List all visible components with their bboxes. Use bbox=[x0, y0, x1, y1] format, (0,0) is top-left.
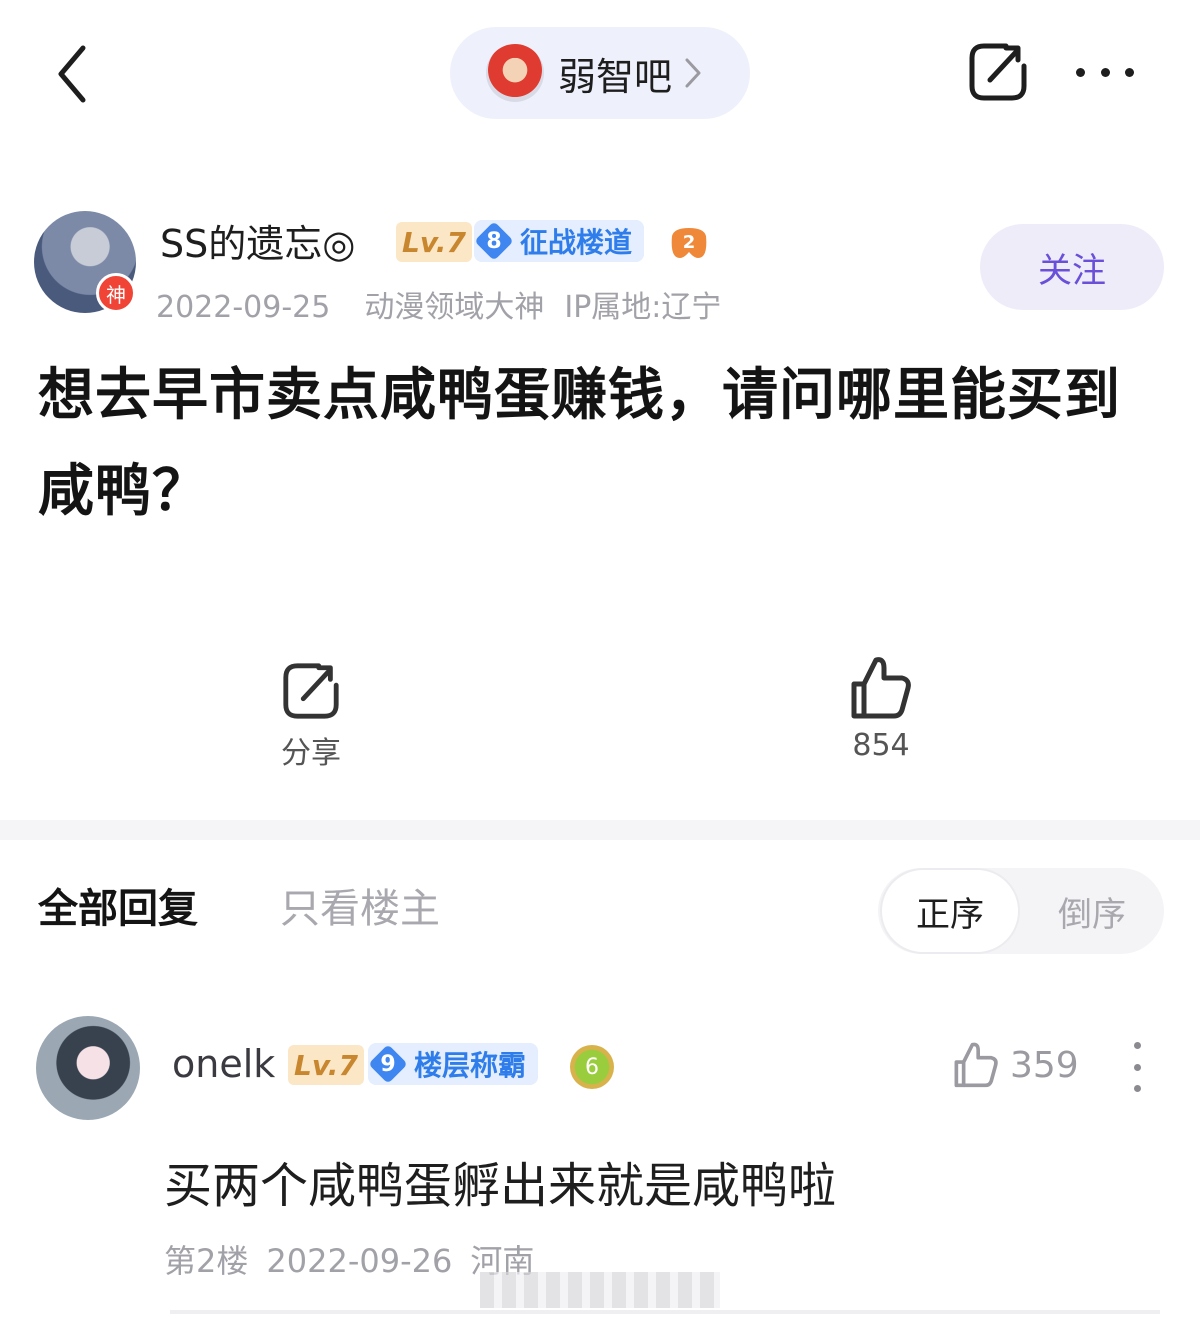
reply-content: 买两个咸鸭蛋孵出来就是咸鸭啦 bbox=[164, 1158, 837, 1214]
rank-title: 征战楼道 bbox=[520, 226, 633, 259]
reply-more-button[interactable] bbox=[1120, 1042, 1154, 1092]
follow-button[interactable]: 关注 bbox=[980, 224, 1164, 310]
sort-toggle: 正序 倒序 bbox=[878, 868, 1164, 954]
reply-author-name[interactable]: onelk bbox=[172, 1042, 275, 1086]
share-icon bbox=[283, 663, 339, 719]
post-meta: 2022-09-25 动漫领域大神 IP属地:辽宁 bbox=[156, 282, 755, 326]
medal-badge: 2 bbox=[666, 222, 712, 262]
post-title: 想去早市卖点咸鸭蛋赚钱，请问哪里能买到咸鸭？ bbox=[38, 363, 1121, 524]
reply-rank-badge: 9 楼层称霸 bbox=[368, 1043, 539, 1085]
sort-ascending-button[interactable]: 正序 bbox=[880, 868, 1020, 954]
reply-medal-icon: 6 bbox=[570, 1045, 614, 1089]
more-options-button[interactable] bbox=[1070, 44, 1140, 100]
thumbs-up-icon bbox=[851, 657, 911, 719]
post-date: 2022-09-25 bbox=[156, 290, 331, 325]
chevron-right-icon bbox=[685, 58, 701, 88]
like-count: 854 bbox=[852, 728, 910, 763]
rank-badge: 8 征战楼道 bbox=[474, 220, 645, 262]
ip-location: IP属地:辽宁 bbox=[564, 290, 722, 325]
reply-level-badge: Lv.7 bbox=[288, 1045, 364, 1085]
author-name[interactable]: SS的遗忘◎ bbox=[160, 213, 355, 268]
chevron-left-icon bbox=[58, 45, 86, 103]
forum-avatar bbox=[486, 44, 544, 102]
reply-like-button[interactable]: 359 bbox=[952, 1040, 1079, 1090]
dot-icon bbox=[1133, 1042, 1141, 1049]
top-bar: 弱智吧 bbox=[0, 0, 1200, 150]
dot-icon bbox=[1076, 67, 1085, 77]
reply-rank-number: 9 bbox=[368, 1044, 408, 1084]
reply-rank-title: 楼层称霸 bbox=[414, 1049, 527, 1082]
dot-icon bbox=[1133, 1063, 1141, 1071]
tab-op-only[interactable]: 只看楼主 bbox=[280, 876, 440, 934]
god-badge: 神 bbox=[96, 273, 136, 313]
reply-author-avatar[interactable] bbox=[36, 1016, 140, 1120]
share-button[interactable] bbox=[966, 40, 1030, 104]
dot-icon bbox=[1100, 67, 1110, 77]
rank-number: 8 bbox=[474, 221, 514, 261]
tab-all-replies[interactable]: 全部回复 bbox=[38, 876, 198, 934]
author-avatar[interactable]: 神 bbox=[34, 211, 136, 313]
svg-text:2: 2 bbox=[683, 232, 696, 253]
reply-separator bbox=[170, 1310, 1160, 1314]
level-badge: Lv.7 bbox=[396, 222, 472, 262]
watermark bbox=[480, 1272, 720, 1308]
back-button[interactable] bbox=[40, 36, 104, 112]
share-icon bbox=[969, 43, 1027, 101]
thumbs-up-icon bbox=[954, 1042, 998, 1088]
reply-like-count: 359 bbox=[1010, 1044, 1079, 1086]
share-action[interactable]: 分享 bbox=[280, 660, 342, 772]
share-label: 分享 bbox=[281, 736, 341, 771]
gamepad-medal-icon: 2 bbox=[671, 228, 707, 258]
sort-descending-button[interactable]: 倒序 bbox=[1022, 868, 1162, 954]
forum-entry-button[interactable]: 弱智吧 bbox=[450, 27, 750, 119]
forum-name: 弱智吧 bbox=[558, 54, 673, 99]
dot-icon bbox=[1133, 1085, 1141, 1092]
like-action[interactable]: 854 bbox=[848, 654, 914, 763]
author-title-tag: 动漫领域大神 bbox=[364, 290, 545, 325]
reply-floor: 第2楼 bbox=[164, 1242, 249, 1280]
dot-icon bbox=[1125, 67, 1134, 77]
reply-date: 2022-09-26 bbox=[266, 1242, 453, 1280]
section-divider bbox=[0, 820, 1200, 840]
